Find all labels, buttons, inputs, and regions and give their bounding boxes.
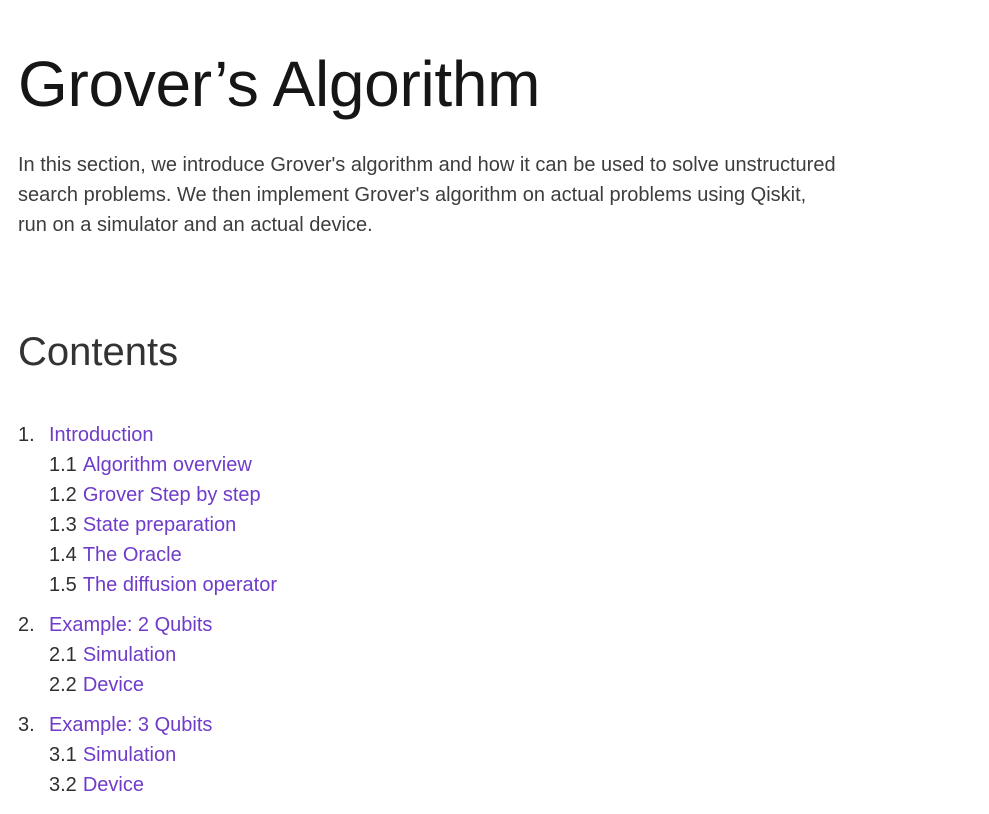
toc-subsection-number: 1.1	[49, 454, 77, 476]
toc-link-diffusion-operator[interactable]: The diffusion operator	[83, 574, 277, 596]
toc-link-state-preparation[interactable]: State preparation	[83, 514, 236, 536]
toc-subsection-row: 1.3 State preparation	[18, 510, 277, 540]
toc-section-row: 3. Example: 3 Qubits	[18, 710, 277, 740]
toc-subsection-number: 3.1	[49, 744, 77, 766]
toc-section-example-3-qubits: 3. Example: 3 Qubits 3.1 Simulation 3.2 Dev…	[18, 710, 277, 800]
intro-line: run on a simulator and an actual device.	[18, 214, 373, 236]
toc-link-algorithm-overview[interactable]: Algorithm overview	[83, 454, 252, 476]
toc-section-introduction: 1. Introduction 1.1 Algorithm overview 1.2…	[18, 420, 277, 600]
table-of-contents: 1. Introduction 1.1 Algorithm overview 1.2…	[18, 420, 277, 810]
contents-heading: Contents	[18, 330, 179, 374]
intro-line: In this section, we introduce Grover's a…	[18, 154, 836, 176]
toc-subsection-row: 2.1 Simulation	[18, 640, 277, 670]
toc-subsection-row: 1.2 Grover Step by step	[18, 480, 277, 510]
toc-link-simulation-2[interactable]: Simulation	[83, 644, 176, 666]
toc-subsection-number: 2.1	[49, 644, 77, 666]
toc-link-example-3-qubits[interactable]: Example: 3 Qubits	[49, 714, 212, 736]
toc-link-device-3[interactable]: Device	[83, 774, 144, 796]
toc-section-row: 2. Example: 2 Qubits	[18, 610, 277, 640]
toc-section-number: 2.	[18, 614, 35, 636]
toc-subsection-row: 1.4 The Oracle	[18, 540, 277, 570]
toc-subsection-number: 1.4	[49, 544, 77, 566]
toc-subsection-row: 3.2 Device	[18, 770, 277, 800]
intro-line: search problems. We then implement Grove…	[18, 184, 807, 206]
toc-subsection-row: 3.1 Simulation	[18, 740, 277, 770]
toc-link-introduction[interactable]: Introduction	[49, 424, 154, 446]
intro-paragraph: In this section, we introduce Grover's a…	[18, 150, 918, 240]
toc-subsection-row: 1.1 Algorithm overview	[18, 450, 277, 480]
toc-link-simulation-3[interactable]: Simulation	[83, 744, 176, 766]
toc-subsection-number: 1.3	[49, 514, 77, 536]
toc-link-grover-step-by-step[interactable]: Grover Step by step	[83, 484, 261, 506]
toc-subsection-number: 2.2	[49, 674, 77, 696]
toc-link-example-2-qubits[interactable]: Example: 2 Qubits	[49, 614, 212, 636]
toc-subsection-number: 1.5	[49, 574, 77, 596]
toc-section-example-2-qubits: 2. Example: 2 Qubits 2.1 Simulation 2.2 Dev…	[18, 610, 277, 700]
page-title: Grover’s Algorithm	[18, 48, 541, 120]
toc-subsection-row: 1.5 The diffusion operator	[18, 570, 277, 600]
toc-link-device-2[interactable]: Device	[83, 674, 144, 696]
toc-section-row: 1. Introduction	[18, 420, 277, 450]
toc-link-the-oracle[interactable]: The Oracle	[83, 544, 182, 566]
toc-subsection-number: 3.2	[49, 774, 77, 796]
toc-subsection-number: 1.2	[49, 484, 77, 506]
toc-section-number: 3.	[18, 714, 35, 736]
toc-subsection-row: 2.2 Device	[18, 670, 277, 700]
toc-section-number: 1.	[18, 424, 35, 446]
